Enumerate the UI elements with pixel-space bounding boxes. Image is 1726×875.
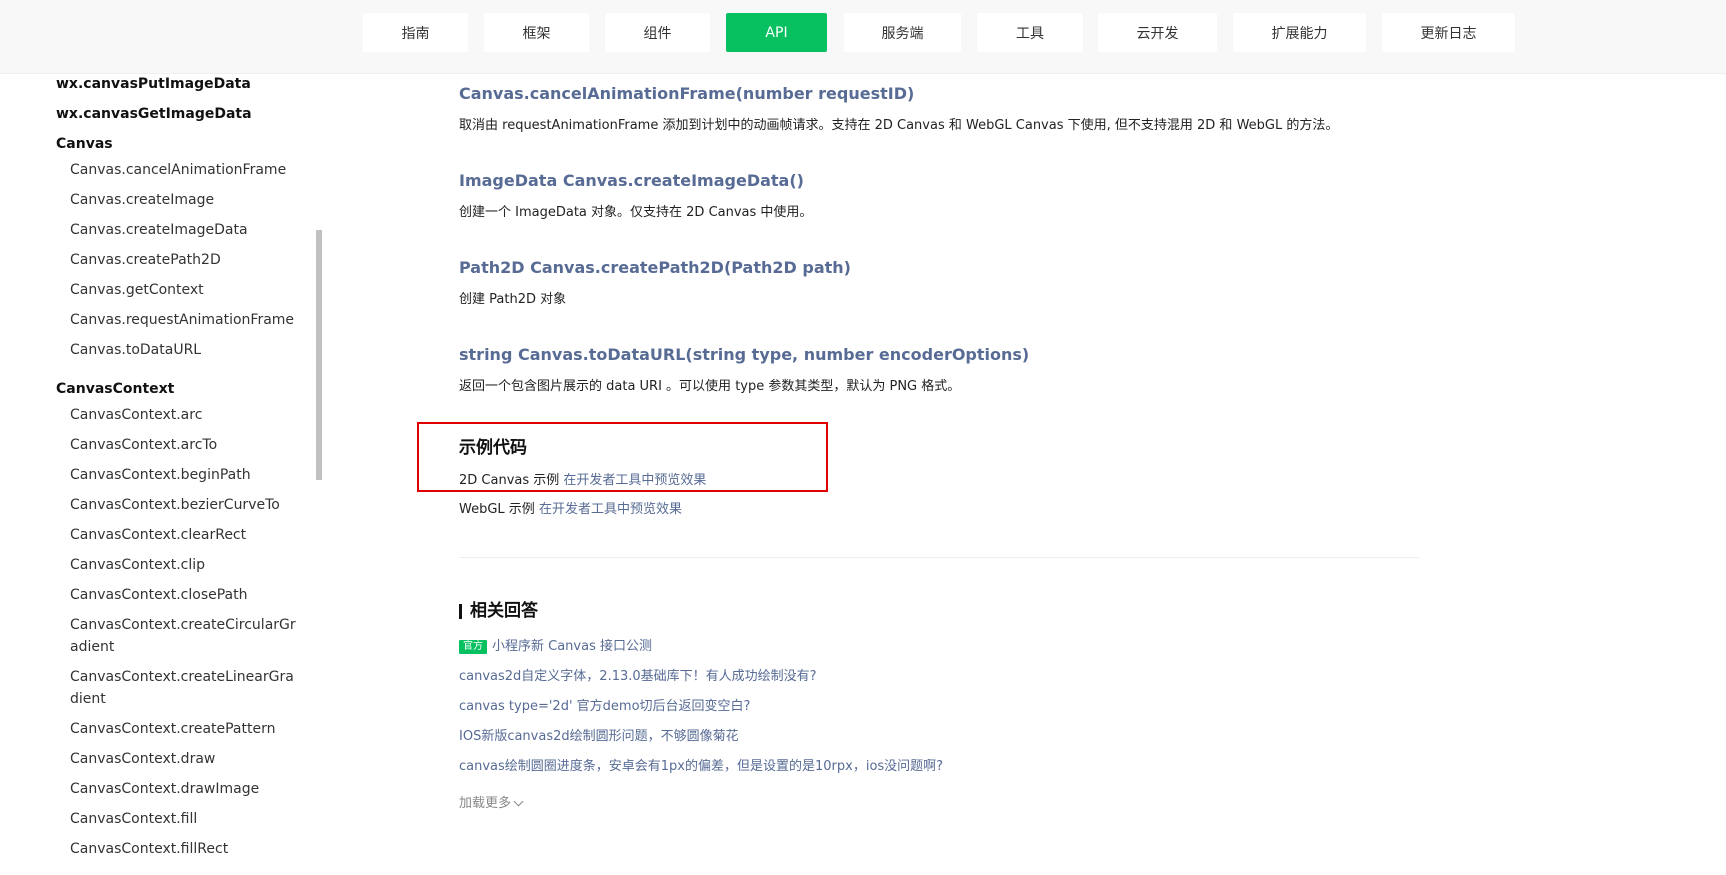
api-desc: 取消由 requestAnimationFrame 添加到计划中的动画帧请求。支… — [459, 118, 1339, 133]
related-answer-item[interactable]: canvas type='2d' 官方demo切后台返回变空白? — [459, 697, 750, 717]
sidebar-item[interactable]: Canvas.getContext — [70, 279, 305, 301]
sidebar-item[interactable]: CanvasContext.createLinearGra — [70, 666, 305, 688]
sidebar-item-continued[interactable]: adient — [70, 636, 305, 658]
official-badge: 官方 — [459, 640, 487, 654]
sidebar-item[interactable]: CanvasContext.createPattern — [70, 718, 305, 740]
sidebar-item[interactable]: Canvas.toDataURL — [70, 339, 305, 361]
nav-item-components[interactable]: 组件 — [605, 13, 710, 52]
related-answer-item[interactable]: canvas绘制圆圈进度条，安卓会有1px的偏差，但是设置的是10rpx，ios… — [459, 757, 943, 777]
related-answer-item[interactable]: IOS新版canvas2d绘制圆形问题，不够圆像菊花 — [459, 727, 739, 747]
sidebar-item[interactable]: CanvasContext.closePath — [70, 584, 305, 606]
api-title-createpath2d[interactable]: Path2D Canvas.createPath2D(Path2D path) — [459, 257, 851, 279]
sidebar-item[interactable]: CanvasContext.createCircularGr — [70, 614, 305, 636]
load-more-label[interactable]: 加载更多 — [459, 794, 511, 814]
sidebar-item[interactable]: Canvas.createImageData — [70, 219, 305, 241]
sidebar-item[interactable]: CanvasContext.fill — [70, 808, 305, 830]
api-title-todataurl[interactable]: string Canvas.toDataURL(string type, num… — [459, 344, 1029, 366]
sidebar-item[interactable]: CanvasContext.fillRect — [70, 838, 305, 860]
heading-bar — [459, 603, 462, 619]
sidebar-item-canvasputimagedata[interactable]: wx.canvasPutImageData — [56, 74, 251, 94]
sidebar-heading-canvascontext[interactable]: CanvasContext — [56, 379, 174, 399]
chevron-down-icon — [513, 796, 524, 807]
related-answers-title: 相关回答 — [470, 601, 538, 621]
example-webgl-line: WebGL 示例 在开发者工具中预览效果 — [459, 500, 682, 520]
related-answers-heading: 相关回答 — [459, 599, 538, 623]
api-desc: 创建一个 ImageData 对象。仅支持在 2D Canvas 中使用。 — [459, 205, 813, 220]
api-desc: 创建 Path2D 对象 — [459, 292, 567, 307]
sidebar-item-canvasgetimagedata[interactable]: wx.canvasGetImageData — [56, 104, 252, 124]
sidebar-item[interactable]: Canvas.createPath2D — [70, 249, 305, 271]
related-answer-text[interactable]: 小程序新 Canvas 接口公测 — [492, 637, 652, 657]
nav-item-server[interactable]: 服务端 — [844, 13, 961, 52]
sidebar-item[interactable]: CanvasContext.arc — [70, 404, 305, 426]
nav-item-changelog[interactable]: 更新日志 — [1382, 13, 1515, 52]
sidebar-item[interactable]: Canvas.requestAnimationFrame — [70, 309, 305, 331]
highlight-box — [417, 422, 828, 492]
nav-item-api[interactable]: API — [726, 13, 827, 52]
sidebar-item[interactable]: CanvasContext.arcTo — [70, 434, 305, 456]
load-more-button[interactable]: 加载更多 — [459, 794, 524, 814]
sidebar-item[interactable]: Canvas.createImage — [70, 189, 305, 211]
sidebar-item[interactable]: CanvasContext.bezierCurveTo — [70, 494, 305, 516]
sidebar-item[interactable]: CanvasContext.drawImage — [70, 778, 305, 800]
sidebar-item-continued[interactable]: dient — [70, 688, 305, 710]
api-title-createimagedata[interactable]: ImageData Canvas.createImageData() — [459, 170, 804, 192]
api-title-cancelanimationframe[interactable]: Canvas.cancelAnimationFrame(number reque… — [459, 83, 914, 105]
sidebar: wx.canvasPutImageData wx.canvasGetImageD… — [41, 74, 315, 875]
sidebar-scrollbar-thumb[interactable] — [316, 230, 322, 480]
nav-item-framework[interactable]: 框架 — [484, 13, 589, 52]
sidebar-item[interactable]: CanvasContext.draw — [70, 748, 305, 770]
sidebar-item[interactable]: CanvasContext.beginPath — [70, 464, 305, 486]
nav-item-cloud[interactable]: 云开发 — [1098, 13, 1217, 52]
sidebar-item[interactable]: CanvasContext.clip — [70, 554, 305, 576]
nav-item-extensions[interactable]: 扩展能力 — [1233, 13, 1366, 52]
nav-bar: 指南 框架 组件 API 服务端 工具 云开发 扩展能力 更新日志 — [0, 13, 1726, 52]
api-desc: 返回一个包含图片展示的 data URI 。可以使用 type 参数其类型，默认… — [459, 379, 961, 394]
example-webgl-label: WebGL 示例 — [459, 502, 539, 517]
related-answer-item[interactable]: 官方 小程序新 Canvas 接口公测 — [459, 637, 652, 657]
preview-link-webgl[interactable]: 在开发者工具中预览效果 — [539, 502, 682, 517]
sidebar-item[interactable]: Canvas.cancelAnimationFrame — [70, 159, 305, 181]
top-navigation: 指南 框架 组件 API 服务端 工具 云开发 扩展能力 更新日志 — [0, 0, 1726, 74]
sidebar-heading-canvas[interactable]: Canvas — [56, 134, 113, 154]
nav-item-tools[interactable]: 工具 — [977, 13, 1083, 52]
divider — [459, 557, 1419, 558]
related-answer-item[interactable]: canvas2d自定义字体，2.13.0基础库下！有人成功绘制没有? — [459, 667, 817, 687]
nav-item-guide[interactable]: 指南 — [363, 13, 468, 52]
sidebar-item[interactable]: CanvasContext.clearRect — [70, 524, 305, 546]
